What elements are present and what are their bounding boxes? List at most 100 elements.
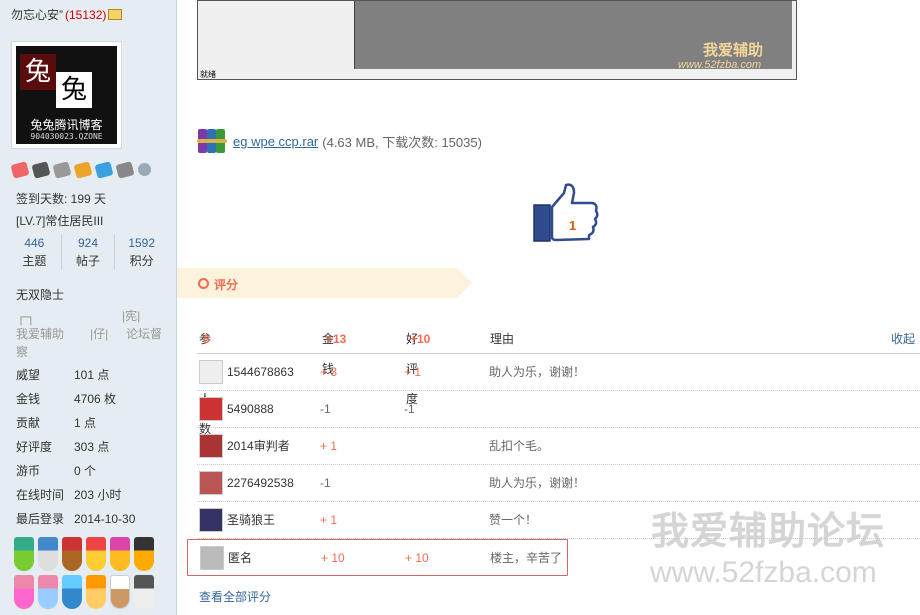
rater-avatar[interactable] [199, 508, 223, 532]
author-sidebar: 勿忘心安” (15132) 兔 兔 兔兔腾讯博客 904030023.QZONE … [0, 0, 177, 615]
medal-icon[interactable] [14, 537, 34, 571]
group-icon: ┌┐ [16, 308, 36, 324]
medal-icon[interactable] [62, 575, 82, 609]
rater-reputation: -1 [404, 402, 415, 416]
gem-icon [31, 161, 51, 179]
medal-icon[interactable] [38, 537, 58, 571]
screenshot-status-text: 就绪 [200, 70, 216, 79]
stat-credits[interactable]: 1592 积分 [115, 234, 168, 270]
user-group-links: ┌┐ 我爱辅助 察 |仔| |宪| 论坛督 [16, 307, 166, 362]
group-link-2[interactable]: |仔| [90, 325, 108, 343]
rater-reason: 乱扣个毛。 [489, 439, 550, 453]
attachment-link[interactable]: eg wpe ccp.rar [233, 134, 318, 149]
avatar-char-1: 兔 [20, 54, 56, 90]
group-link-1[interactable]: 我爱辅助 [16, 325, 64, 343]
user-stats: 446 主题 924 帖子 1592 积分 [8, 234, 168, 270]
rater-name[interactable]: 匿名 [228, 540, 252, 577]
medal-icon[interactable] [86, 575, 106, 609]
rating-row: 2014审判者 + 1 乱扣个毛。 [197, 428, 920, 465]
participants-count: 6 [203, 332, 210, 346]
forum-watermark: 我爱辅助论坛 [651, 511, 886, 553]
rater-name[interactable]: 5490888 [227, 391, 274, 428]
stat-threads[interactable]: 446 主题 [8, 234, 62, 270]
rating-row: 5490888 -1 -1 [197, 391, 920, 428]
gem-icon [10, 161, 30, 179]
forum-watermark-url: www.52fzba.com [650, 556, 877, 589]
rank-gems [10, 161, 151, 179]
rater-avatar[interactable] [199, 434, 223, 458]
stat-posts[interactable]: 924 帖子 [62, 234, 116, 270]
medal-icon[interactable] [110, 575, 130, 609]
avatar-char-2: 兔 [56, 72, 92, 108]
profile-card-icon[interactable] [108, 9, 123, 20]
like-thumb-icon[interactable] [532, 183, 600, 245]
rater-avatar[interactable] [199, 397, 223, 421]
rater-reputation: + 10 [405, 551, 429, 565]
gem-icon [115, 161, 135, 179]
prop-row: 好评度 303 点 [16, 440, 110, 454]
checkin-days: 签到天数: 199 天 [16, 192, 107, 206]
gem-icon [73, 161, 93, 179]
avatar-subcaption: 904030023.QZONE [30, 132, 103, 141]
rar-archive-icon [197, 128, 227, 154]
rating-title: 评分 [214, 278, 239, 292]
reputation-total: +10 [410, 332, 431, 346]
author-name[interactable]: 勿忘心安” [11, 8, 63, 22]
medal-grid [14, 537, 164, 609]
group-link-3-tail[interactable]: 论坛督 [126, 325, 162, 343]
gem-icon [52, 161, 72, 179]
medal-icon[interactable] [134, 575, 154, 609]
user-honor: 无双隐士 [16, 288, 65, 302]
rater-reputation: + 1 [404, 365, 422, 379]
rater-money: -1 [320, 476, 331, 490]
prop-row: 最后登录 2014-10-30 [16, 512, 136, 526]
prop-row: 金钱 4706 枚 [16, 392, 117, 406]
prop-row: 贡献 1 点 [16, 416, 97, 430]
rater-name[interactable]: 1544678863 [227, 354, 294, 391]
author-name-line[interactable]: 勿忘心安” (15132) [11, 6, 123, 23]
prop-row: 在线时间 203 小时 [16, 488, 122, 502]
forum-post-page: 勿忘心安” (15132) 兔 兔 兔兔腾讯博客 904030023.QZONE … [0, 0, 920, 615]
rater-money: -1 [320, 402, 331, 416]
collapse-link[interactable]: 收起 [891, 324, 915, 354]
post-screenshot-image[interactable]: 就绪 我爱辅助 www.52fzba.com [197, 0, 797, 80]
group-link-3[interactable]: |宪| [122, 307, 140, 325]
author-uid: 15132 [69, 8, 103, 22]
user-level[interactable]: [LV.7]常住居民III [16, 212, 103, 229]
view-all-ratings-link[interactable]: 查看全部评分 [199, 588, 271, 605]
rater-avatar[interactable] [199, 471, 223, 495]
medal-icon[interactable] [86, 537, 106, 571]
help-icon[interactable] [138, 163, 151, 176]
medal-icon[interactable] [134, 537, 154, 571]
rater-money: + 1 [320, 513, 338, 527]
rater-name[interactable]: 2276492538 [227, 465, 294, 502]
user-properties: 威望 101 点 金钱 4706 枚 贡献 1 点 好评度 303 点 游币 0 个 在线… [16, 366, 135, 534]
rater-reason: 助人为乐，谢谢！ [489, 365, 586, 379]
avatar-caption: 兔兔腾讯博客 [30, 118, 103, 132]
header-reason: 理由 [490, 332, 515, 346]
gem-icon [94, 161, 114, 179]
rater-reason: 赞一个！ [489, 513, 538, 527]
rater-reason: 助人为乐，谢谢！ [489, 476, 586, 490]
attachment: eg wpe ccp.rar (4.63 MB, 下载次数: 15035) [197, 128, 482, 154]
prop-row: 威望 101 点 [16, 368, 110, 382]
rating-circle-icon [198, 278, 209, 289]
medal-icon[interactable] [38, 575, 58, 609]
rating-row: 1544678863 + 3 + 1 助人为乐，谢谢！ [197, 354, 920, 391]
rater-name[interactable]: 圣骑狼王 [227, 502, 275, 539]
like-count: 1 [569, 218, 577, 233]
author-avatar[interactable]: 兔 兔 兔兔腾讯博客 904030023.QZONE [11, 41, 122, 149]
group-link-1-tail[interactable]: 察 [16, 343, 28, 361]
rating-table-header: 参与人数6 金钱+13 好评度+10 理由 收起 [197, 324, 920, 436]
medal-icon[interactable] [62, 537, 82, 571]
rater-avatar[interactable] [199, 360, 223, 384]
post-content: 就绪 我爱辅助 www.52fzba.com eg wpe ccp.rar (4… [177, 0, 920, 615]
attachment-meta: (4.63 MB, 下载次数: 15035) [322, 134, 482, 150]
rater-money: + 10 [321, 551, 345, 565]
medal-icon[interactable] [14, 575, 34, 609]
rater-avatar[interactable] [200, 546, 224, 570]
medal-icon[interactable] [110, 537, 130, 571]
rater-money: + 3 [320, 365, 338, 379]
rater-reason: 楼主，辛苦了 [490, 551, 563, 565]
rater-name[interactable]: 2014审判者 [227, 428, 290, 465]
